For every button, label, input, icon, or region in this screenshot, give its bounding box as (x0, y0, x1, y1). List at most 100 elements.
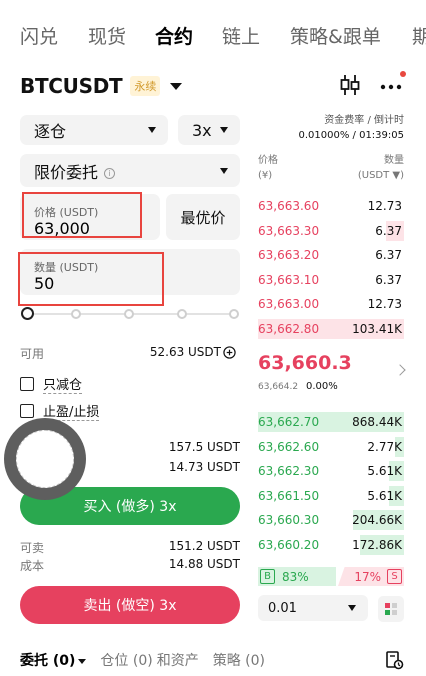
order-quantity: 5.61K (367, 464, 402, 478)
ask-row[interactable]: 63,663.30 6.37 (258, 220, 404, 241)
ask-row[interactable]: 63,663.60 12.73 (258, 196, 404, 216)
tab-assets[interactable]: 和资产 (157, 650, 199, 670)
bid-row[interactable]: 63,662.70 868.44K (258, 412, 404, 432)
available-label: 可用 (20, 345, 44, 362)
chevron-down-icon (78, 658, 87, 664)
cost-label-text: 成本 (20, 559, 45, 573)
tab-options[interactable]: 期 (412, 22, 426, 49)
floating-assist-button[interactable] (4, 418, 86, 500)
buy-sell-ratio: B 83% 17% S (258, 567, 404, 586)
order-price: 63,661.50 (258, 488, 320, 503)
order-price: 63,662.80 (258, 321, 320, 336)
highlight-box-price (22, 192, 142, 238)
add-funds-icon[interactable] (223, 346, 236, 359)
buy-max-value: 157.5 USDT (168, 440, 240, 454)
bid-row[interactable]: 63,662.30 5.61K (258, 461, 404, 481)
available-label-text: 可用 (20, 347, 45, 361)
tab-open-orders[interactable]: 委托 (0) (20, 650, 87, 670)
qty-unit-text: (USDT ▼) (357, 170, 404, 181)
slider-stop-100[interactable] (229, 309, 239, 319)
pair-symbol: BTCUSDT (20, 74, 123, 98)
order-quantity: 5.61K (367, 488, 402, 503)
funding-rate: 资金费率 / 倒计时 0.01000% / 01:39:05 (299, 113, 405, 143)
floating-ball-inner (16, 430, 74, 488)
order-price: 63,663.10 (258, 272, 320, 287)
notification-dot (400, 71, 406, 77)
tab-flash-swap[interactable]: 闪兑 (20, 22, 58, 49)
qty-header-text: 数量 (384, 155, 404, 166)
ask-row[interactable]: 63,663.10 6.37 (258, 270, 404, 290)
tp-sl-checkbox[interactable]: 止盈/止损 (20, 401, 100, 421)
last-price: 63,660.3 (258, 352, 352, 374)
order-price: 63,662.30 (258, 464, 320, 478)
chevron-right-icon[interactable] (394, 364, 406, 376)
bid-row[interactable]: 63,661.50 5.61K (258, 485, 404, 506)
ask-row[interactable]: 63,663.20 6.37 (258, 245, 404, 265)
precision-select[interactable]: 0.01 (258, 595, 368, 621)
funding-value: 0.01000% / 01:39:05 (298, 130, 405, 141)
best-price-label: 最优价 (180, 208, 226, 227)
order-type-select[interactable]: 限价委托 i (20, 154, 240, 187)
orderbook-layout-icon[interactable] (378, 596, 404, 622)
order-quantity: 6.37 (375, 223, 402, 238)
sell-tag: S (387, 569, 402, 584)
highlight-box-quantity (18, 252, 164, 306)
order-history-icon[interactable] (384, 650, 404, 670)
tab-open-orders-label: 委托 (0) (20, 653, 76, 669)
bottom-tabs: 委托 (0) 仓位 (0) 和资产 策略 (0) (20, 650, 279, 670)
candlestick-chart-icon[interactable] (338, 73, 362, 97)
bid-row[interactable]: 63,660.20 172.86K (258, 534, 404, 555)
order-quantity: 868.44K (352, 415, 402, 429)
sell-short-button[interactable]: 卖出 (做空) 3x (20, 586, 240, 624)
order-price: 63,660.30 (258, 513, 320, 527)
order-quantity: 6.37 (375, 272, 402, 287)
tab-strategies[interactable]: 策略 (0) (213, 650, 265, 670)
reduce-only-checkbox[interactable]: 只减仓 (20, 374, 83, 394)
tab-onchain[interactable]: 链上 (222, 22, 260, 49)
order-quantity: 204.66K (352, 513, 402, 527)
order-price: 63,663.20 (258, 248, 320, 262)
slider-thumb[interactable] (21, 307, 34, 320)
sellable-value: 151.2 USDT (168, 539, 240, 553)
precision-value: 0.01 (268, 600, 297, 616)
info-icon[interactable]: i (104, 167, 116, 179)
sellable-label-text: 可卖 (20, 541, 45, 555)
slider-stop-50[interactable] (124, 309, 134, 319)
tab-positions[interactable]: 仓位 (0) (100, 650, 152, 670)
orderbook-qty-header[interactable]: 数量 (USDT ▼) (358, 153, 404, 183)
slider-stop-75[interactable] (177, 309, 187, 319)
best-price-button[interactable]: 最优价 (166, 194, 240, 240)
checkbox-box[interactable] (20, 377, 34, 391)
order-quantity: 103.41K (352, 321, 402, 336)
reduce-only-label: 只减仓 (43, 374, 83, 394)
slider-stop-25[interactable] (71, 309, 81, 319)
order-price: 63,660.20 (258, 537, 320, 552)
chevron-down-icon (220, 127, 228, 133)
chevron-down-icon (148, 127, 156, 133)
chevron-down-icon (348, 605, 356, 611)
chevron-down-icon (170, 82, 183, 90)
tab-spot[interactable]: 现货 (88, 22, 126, 49)
available-value: 52.63 USDT (149, 345, 221, 359)
tab-futures[interactable]: 合约 (155, 22, 193, 49)
margin-mode-value: 逐仓 (34, 122, 67, 141)
price-unit-text: (¥) (258, 170, 273, 181)
pair-selector[interactable]: BTCUSDT 永续 (20, 70, 183, 102)
perpetual-badge: 永续 (130, 76, 161, 96)
leverage-value: 3x (192, 120, 212, 140)
ask-row[interactable]: 63,662.80 103.41K (258, 318, 404, 339)
tab-strategy-copy[interactable]: 策略&跟单 (290, 22, 381, 49)
ask-row[interactable]: 63,663.00 12.73 (258, 294, 404, 314)
bid-row[interactable]: 63,660.30 204.66K (258, 510, 404, 530)
order-quantity: 6.37 (375, 248, 402, 262)
top-nav: 闪兑 现货 合约 链上 策略&跟单 期 (0, 0, 426, 64)
leverage-select[interactable]: 3x (178, 115, 240, 145)
checkbox-box[interactable] (20, 404, 34, 418)
buy-long-label: 买入 (做多) 3x (83, 499, 177, 515)
bid-row[interactable]: 63,662.60 2.77K (258, 436, 404, 457)
sellable-label: 可卖 (20, 539, 44, 556)
buy-cost-value: 14.73 USDT (168, 460, 240, 474)
margin-mode-select[interactable]: 逐仓 (20, 115, 168, 145)
order-quantity: 12.73 (367, 199, 402, 213)
buy-percent: 83% (282, 570, 309, 584)
